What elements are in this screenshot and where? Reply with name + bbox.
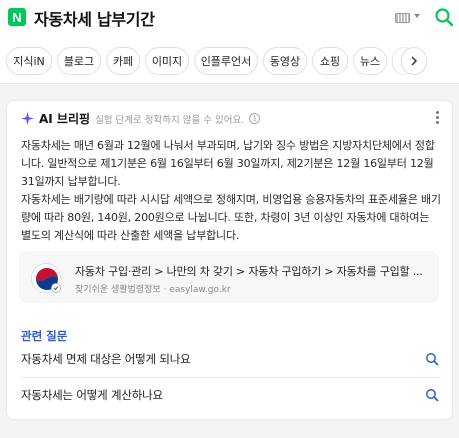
briefing-disclaimer: 실험 단계로 정확하지 않을 수 있어요. — [95, 114, 245, 126]
tab-image[interactable]: 이미지 — [145, 47, 189, 75]
related-question-text: 자동차세는 어떻게 계산하나요 — [21, 388, 163, 402]
search-icon[interactable] — [425, 352, 439, 366]
briefing-header: AI 브리핑 실험 단계로 정확하지 않을 수 있어요. i — [21, 110, 261, 127]
search-query[interactable]: 자동차세 납부기간 — [34, 6, 155, 30]
source-title[interactable]: 자동차 구입·관리 > 나만의 차 갖기 > 자동차 구입하기 > 자동차를 구… — [75, 263, 431, 279]
source-separator: · — [163, 285, 167, 295]
tab-influencer[interactable]: 인플루언서 — [194, 47, 258, 75]
search-header: N 자동차세 납부기간 — [0, 0, 459, 38]
divider — [21, 377, 441, 378]
verified-badge-icon — [51, 283, 61, 293]
tab-blog[interactable]: 블로그 — [57, 47, 101, 75]
ai-briefing-card: AI 브리핑 실험 단계로 정확하지 않을 수 있어요. i 자동차세는 매년 … — [6, 100, 453, 420]
briefing-paragraph-1: 자동차세는 매년 6월과 12월에 나눠서 부과되며, 납기와 징수 방법은 지… — [21, 139, 435, 188]
tabs-next-button[interactable] — [401, 47, 427, 75]
related-question-item[interactable]: 자동차세 면제 대상은 어떻게 되나요 — [21, 346, 441, 372]
source-domain: easylaw.go.kr — [169, 285, 231, 295]
search-icon[interactable] — [434, 7, 454, 27]
tab-news[interactable]: 뉴스 — [353, 47, 387, 75]
related-question-text: 자동차세 면제 대상은 어떻게 되나요 — [21, 352, 191, 366]
naver-logo[interactable]: N — [8, 8, 26, 26]
tab-kin[interactable]: 지식iN — [6, 47, 52, 75]
source-meta: 찾기쉬운 생활법령정보 · easylaw.go.kr — [75, 282, 231, 295]
chevron-right-icon — [411, 56, 418, 66]
source-site: 찾기쉬운 생활법령정보 — [75, 285, 161, 295]
briefing-paragraph-2: 자동차세는 배기량에 따라 시시답 세액으로 정해지며, 비영업용 승용자동차의… — [21, 193, 441, 242]
keyboard-icon[interactable] — [395, 13, 410, 23]
more-options-icon[interactable] — [436, 111, 440, 124]
dropdown-caret-icon[interactable] — [414, 14, 420, 18]
related-questions-title: 관련 질문 — [21, 329, 68, 343]
search-tabs: 지식iN 블로그 카페 이미지 인플루언서 동영상 쇼핑 뉴스 쇼 — [0, 38, 459, 84]
tab-shopping[interactable]: 쇼핑 — [312, 47, 348, 75]
ai-sparkle-icon — [21, 112, 34, 125]
info-icon[interactable]: i — [249, 113, 261, 124]
briefing-title: AI 브리핑 — [39, 112, 91, 126]
related-question-item[interactable]: 자동차세는 어떻게 계산하나요 — [21, 382, 441, 408]
search-icon[interactable] — [425, 388, 439, 402]
tab-video[interactable]: 동영상 — [263, 47, 307, 75]
tab-cafe[interactable]: 카페 — [106, 47, 140, 75]
source-card[interactable]: 자동차 구입·관리 > 나만의 차 갖기 > 자동차 구입하기 > 자동차를 구… — [19, 251, 439, 303]
